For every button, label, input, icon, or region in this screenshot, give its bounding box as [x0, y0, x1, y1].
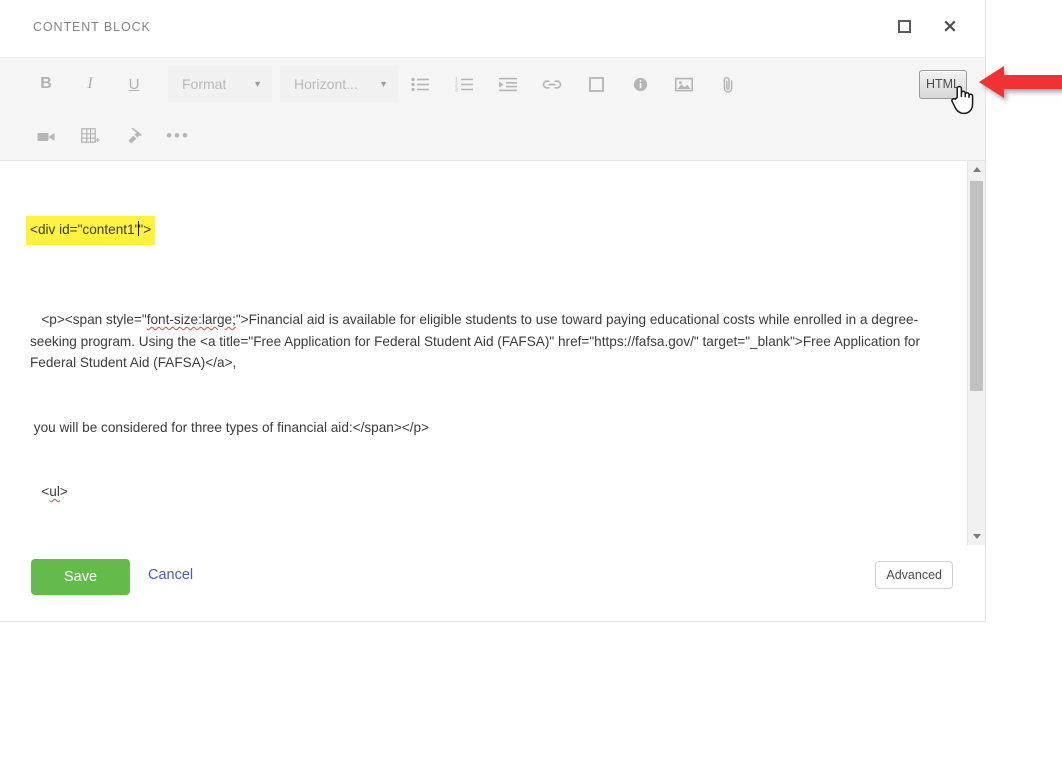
table-grid-icon	[81, 128, 100, 145]
maximize-button[interactable]	[891, 13, 917, 39]
dialog-title: CONTENT BLOCK	[33, 20, 151, 34]
html-source-editor: <div id="content1""> <p><span style="fon…	[0, 161, 985, 545]
indent-button[interactable]	[486, 67, 530, 101]
numbered-list-icon: 1 2 3	[455, 77, 474, 92]
html-source-textarea[interactable]: <div id="content1""> <p><span style="fon…	[0, 161, 963, 545]
bold-button[interactable]: B	[24, 67, 68, 101]
more-button[interactable]: •••	[156, 119, 200, 153]
info-button[interactable]	[618, 67, 662, 101]
save-button[interactable]: Save	[31, 559, 130, 595]
toolbar-row-1: B I U Format ▼ Horizont... ▼	[0, 58, 985, 110]
code-line-highlighted: <div id="content1"">	[30, 216, 941, 245]
scroll-down-button[interactable]	[968, 528, 985, 545]
indent-icon	[499, 77, 518, 92]
editor-vertical-scrollbar[interactable]	[967, 161, 985, 545]
video-camera-icon	[37, 130, 56, 143]
image-button[interactable]	[662, 67, 706, 101]
attachment-button[interactable]	[706, 67, 750, 101]
info-icon	[633, 77, 648, 92]
svg-text:3: 3	[455, 87, 458, 92]
toolbar-row-2: •••	[0, 110, 985, 162]
code-line: <ul>	[30, 481, 941, 503]
link-icon	[542, 78, 562, 91]
advanced-button[interactable]: Advanced	[875, 561, 953, 589]
code-line: you will be considered for three types o…	[30, 417, 941, 439]
triangle-up-icon	[973, 167, 981, 172]
chevron-down-icon: ▼	[253, 79, 262, 89]
underline-button[interactable]: U	[112, 67, 156, 101]
dialog-header: CONTENT BLOCK ×	[0, 0, 985, 57]
bold-icon: B	[40, 75, 52, 93]
close-icon: ×	[942, 17, 958, 36]
code-line: <p><span style="font-size:large;">Financ…	[30, 309, 941, 374]
format-dropdown-label: Format	[182, 76, 226, 92]
highlighted-div-tag: <div id="content1"">	[26, 216, 155, 245]
clear-formatting-button[interactable]	[112, 119, 156, 153]
scrollbar-thumb[interactable]	[970, 181, 983, 391]
numbered-list-button[interactable]: 1 2 3	[442, 67, 486, 101]
underline-icon: U	[129, 76, 140, 93]
link-button[interactable]	[530, 67, 574, 101]
table-button[interactable]	[68, 119, 112, 153]
scroll-up-button[interactable]	[968, 161, 985, 178]
header-actions: ×	[891, 13, 963, 39]
box-button[interactable]	[574, 67, 618, 101]
video-button[interactable]	[24, 119, 68, 153]
horizontal-dropdown[interactable]: Horizont... ▼	[280, 66, 398, 102]
italic-icon: I	[87, 75, 92, 93]
paint-brush-strike-icon	[125, 128, 144, 145]
italic-button[interactable]: I	[68, 67, 112, 101]
bullet-list-icon	[411, 77, 430, 92]
maximize-icon	[898, 20, 911, 33]
format-dropdown[interactable]: Format ▼	[168, 66, 272, 102]
chevron-down-icon: ▼	[379, 79, 388, 89]
ellipsis-icon: •••	[166, 131, 190, 141]
content-block-dialog: CONTENT BLOCK × B I U Format ▼	[0, 0, 986, 622]
close-button[interactable]: ×	[937, 13, 963, 39]
bullet-list-button[interactable]	[398, 67, 442, 101]
square-icon	[589, 77, 604, 92]
image-icon	[675, 77, 693, 92]
editor-toolbar: B I U Format ▼ Horizont... ▼	[0, 57, 985, 161]
html-button[interactable]: HTML	[919, 70, 967, 99]
highlighted-div-tag-tail: ">	[138, 222, 151, 237]
red-annotation-arrow	[978, 60, 1062, 106]
cancel-button[interactable]: Cancel	[148, 567, 193, 583]
triangle-down-icon	[973, 534, 981, 539]
highlighted-div-tag-head: <div id="content1"	[30, 222, 139, 237]
paperclip-icon	[722, 76, 735, 93]
horizontal-dropdown-label: Horizont...	[294, 76, 358, 92]
dialog-footer: Save Cancel Advanced	[0, 545, 985, 621]
